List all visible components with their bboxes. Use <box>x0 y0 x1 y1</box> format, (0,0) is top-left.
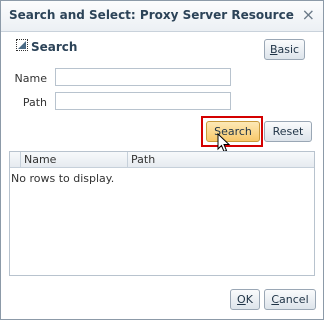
dialog-title-bar[interactable]: Search and Select: Proxy Server Resource… <box>1 1 323 32</box>
ok-button-mnemonic: O <box>237 293 246 306</box>
column-divider[interactable] <box>127 152 128 167</box>
basic-button[interactable]: Basic <box>264 39 305 60</box>
column-header-name[interactable]: Name <box>24 153 56 166</box>
cancel-button[interactable]: Cancel <box>264 289 316 310</box>
reset-button[interactable]: Reset <box>264 121 312 142</box>
column-header-path[interactable]: Path <box>131 153 155 166</box>
table-header: Name Path <box>10 152 314 168</box>
cancel-button-mnemonic: C <box>271 293 280 306</box>
search-button[interactable]: Search <box>206 121 260 142</box>
search-select-dialog: Search and Select: Proxy Server Resource… <box>0 0 324 320</box>
search-section-title: Search <box>31 40 78 54</box>
close-icon[interactable]: × <box>302 7 315 23</box>
name-input[interactable] <box>55 68 231 86</box>
ok-button[interactable]: OK <box>230 289 260 310</box>
basic-button-label: asic <box>277 43 300 56</box>
dialog-title: Search and Select: Proxy Server Resource <box>9 8 294 22</box>
disclosure-triangle-icon[interactable] <box>16 39 28 51</box>
empty-table-message: No rows to display. <box>11 172 115 185</box>
path-input[interactable] <box>55 92 231 110</box>
path-field-label: Path <box>22 96 47 109</box>
results-table: Name Path No rows to display. <box>9 151 315 276</box>
ok-button-label: K <box>245 293 253 306</box>
cancel-button-label: ancel <box>279 293 309 306</box>
mouse-pointer-icon <box>217 133 231 153</box>
row-select-header[interactable] <box>10 152 21 167</box>
name-field-label: Name <box>14 72 47 85</box>
